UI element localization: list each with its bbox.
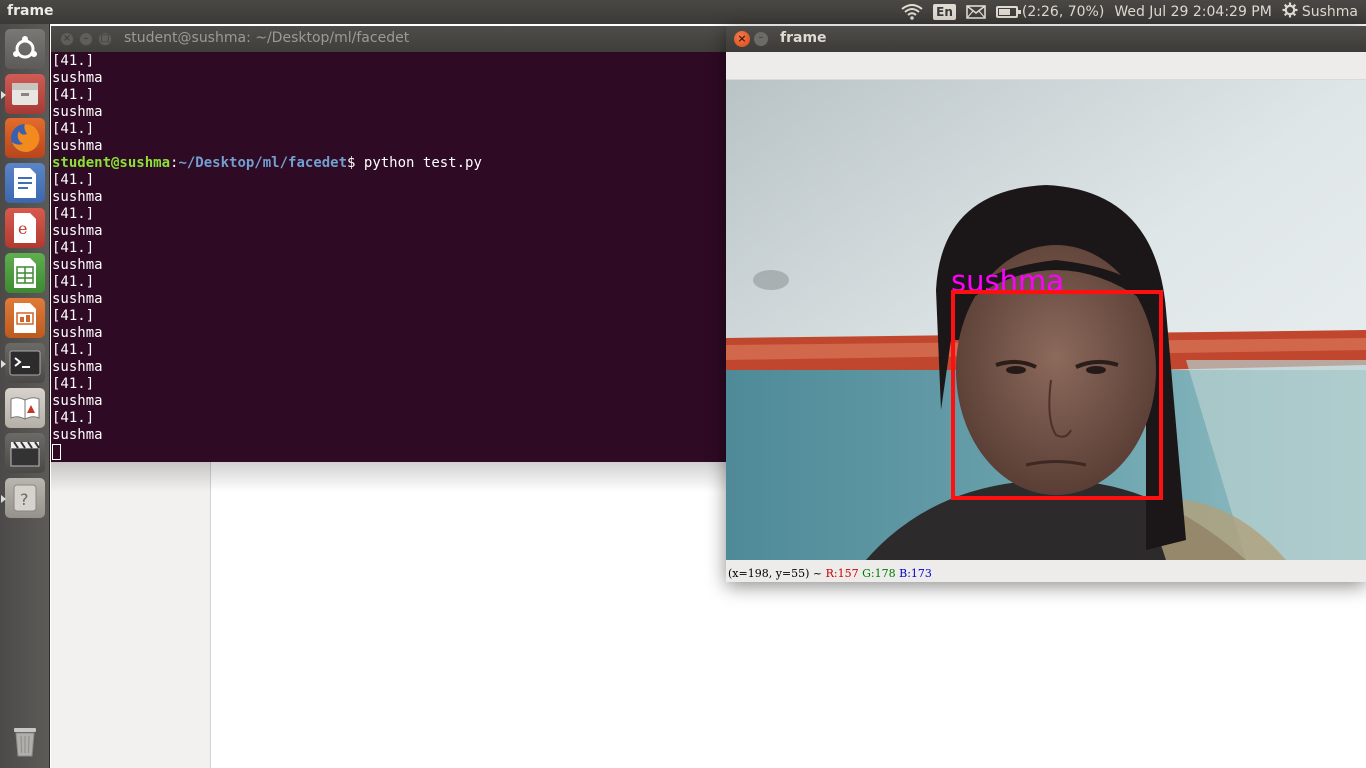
terminal-window[interactable]: × – □ student@sushma: ~/Desktop/ml/faced… [51,26,726,462]
mail-icon[interactable] [966,5,986,19]
cursor-coordinates: (x=198, y=55) ~ [728,567,823,580]
prompt-user: student@sushma [52,155,171,171]
frame-titlebar[interactable]: × – frame [726,26,1366,52]
terminal-output-line: sushma [52,138,103,154]
terminal-output-line: [41.] [52,87,95,103]
terminal-output-line: [41.] [52,342,95,358]
prompt-command: $ python test.py [347,155,482,171]
terminal-output-line: sushma [52,325,103,341]
launcher: e ? [0,24,50,768]
trash-icon[interactable] [5,721,45,761]
terminal-output-line: sushma [52,257,103,273]
terminal-output-line: sushma [52,291,103,307]
calc-icon-e[interactable]: e [5,208,45,248]
frame-statusbar: (x=198, y=55) ~ R:157 G:178 B:173 [726,560,1366,582]
top-panel: frame En (2:26, 70%) Wed Jul 29 2:04:29 … [0,0,1366,24]
terminal-output-line: sushma [52,223,103,239]
webcam-frame-image[interactable]: sushma [726,80,1366,560]
frame-toolbar [726,52,1366,80]
cursor-line [52,444,725,461]
running-indicator [1,91,6,99]
help-icon[interactable]: ? [1,478,45,518]
terminal-output-line: sushma [52,70,103,86]
wifi-icon[interactable] [901,4,923,20]
indicator-area: En (2:26, 70%) Wed Jul 29 2:04:29 PM Sus… [901,0,1358,24]
frame-title: frame [780,30,827,46]
battery-icon [995,6,1021,18]
prompt-line: student@sushma:~/Desktop/ml/facedet$ pyt… [52,155,482,171]
window-shadow [51,462,726,492]
keyboard-language-indicator[interactable]: En [933,4,956,20]
terminal-output-line: [41.] [52,206,95,222]
background-file-manager [51,462,726,768]
terminal-output-line: [41.] [52,308,95,324]
gear-icon [1282,2,1298,22]
maximize-icon[interactable]: □ [98,32,112,46]
terminal-output-line: sushma [52,104,103,120]
battery-level-fill [998,9,1011,15]
session-menu[interactable]: Sushma [1282,2,1358,22]
file-manager-sidebar[interactable] [51,462,211,768]
frame-window[interactable]: × – frame sushma (x=198, y=55) ~ R:157 G… [726,26,1366,582]
terminal-icon[interactable] [1,343,45,383]
output-lines-after: [41.] sushma [41.] sushma [41.] sushma [41.] su… [52,172,725,444]
text-cursor [52,444,61,460]
dash-icon[interactable] [5,29,45,69]
user-name: Sushma [1301,4,1358,20]
minimize-icon[interactable]: – [754,32,768,46]
calc-icon[interactable] [5,253,45,293]
pixel-green-value: G:178 [862,567,896,580]
minimize-icon[interactable]: – [79,32,93,46]
terminal-title: student@sushma: ~/Desktop/ml/facedet [124,30,410,46]
pixel-red-value: R:157 [825,567,859,580]
running-indicator [1,360,6,368]
writer-icon[interactable] [5,163,45,203]
terminal-output-line: [41.] [52,121,95,137]
files-icon[interactable] [1,74,45,114]
terminal-titlebar[interactable]: × – □ student@sushma: ~/Desktop/ml/faced… [51,26,726,52]
terminal-output-line: [41.] [52,376,95,392]
terminal-output-line: [41.] [52,274,95,290]
terminal-output[interactable]: [41.] sushma [41.] sushma [41.] sushma studen… [51,52,726,462]
output-lines-before: [41.] sushma [41.] sushma [41.] sushma [52,53,725,155]
terminal-output-line: sushma [52,359,103,375]
terminal-output-line: sushma [52,393,103,409]
terminal-output-line: [41.] [52,240,95,256]
terminal-output-line: sushma [52,427,103,443]
videos-icon[interactable] [5,433,45,473]
terminal-output-line: [41.] [52,172,95,188]
close-icon[interactable]: × [734,31,750,47]
terminal-output-line: [41.] [52,410,95,426]
battery-indicator[interactable]: (2:26, 70%) [995,4,1105,20]
pixel-blue-value: B:173 [899,567,932,580]
prompt-path: ~/Desktop/ml/facedet [178,155,348,171]
clock[interactable]: Wed Jul 29 2:04:29 PM [1114,4,1272,20]
battery-text: (2:26, 70%) [1021,4,1105,20]
svg-text:?: ? [20,490,29,509]
document-viewer-icon[interactable] [5,388,45,428]
active-app-title: frame [7,3,54,19]
face-bounding-box [951,290,1163,500]
terminal-output-line: sushma [52,189,103,205]
running-indicator [1,495,6,503]
impress-icon[interactable] [5,298,45,338]
terminal-output-line: [41.] [52,53,95,69]
svg-text:e: e [18,219,27,238]
close-icon[interactable]: × [60,32,74,46]
firefox-icon[interactable] [5,118,45,158]
